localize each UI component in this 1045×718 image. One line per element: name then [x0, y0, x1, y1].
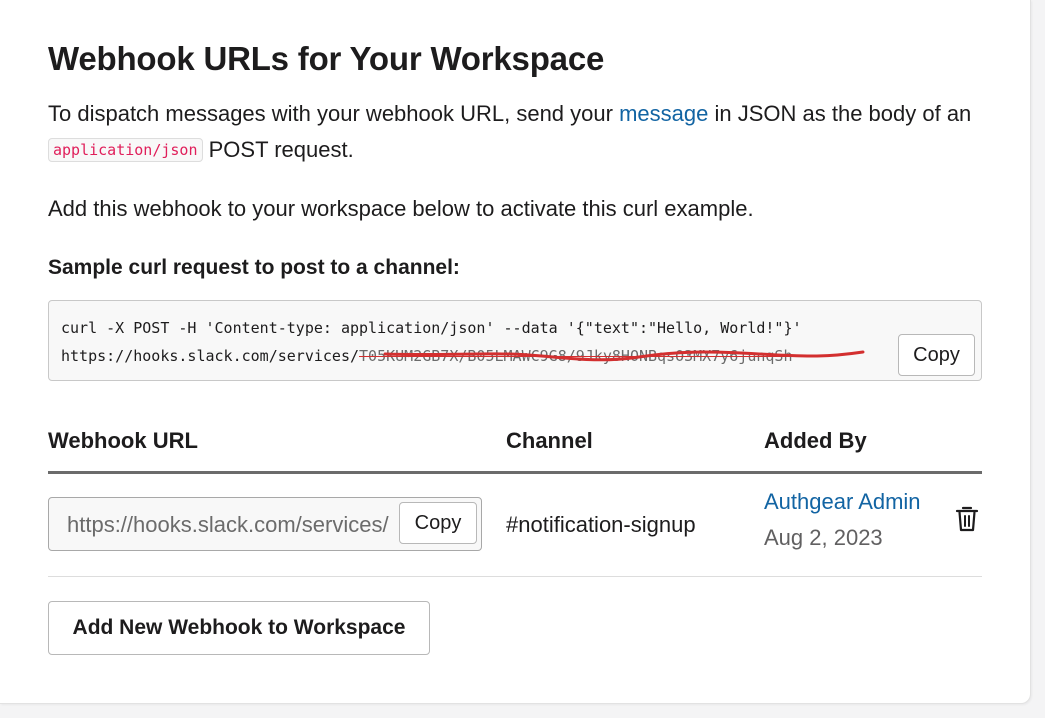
sample-curl-label: Sample curl request to post to a channel… [48, 256, 460, 279]
intro-prefix: To dispatch messages with your webhook U… [48, 101, 620, 126]
intro-middle: in JSON as the body of an [708, 101, 972, 126]
trash-icon[interactable] [955, 505, 979, 533]
curl-line-2-prefix: https://hooks.slack.com/services/ [61, 347, 360, 365]
curl-code-block: curl -X POST -H 'Content-type: applicati… [48, 300, 982, 381]
column-header-channel: Channel [506, 428, 593, 453]
curl-copy-button[interactable]: Copy [898, 334, 975, 376]
channel-name: #notification-signup [506, 512, 696, 537]
webhook-url-field[interactable]: https://hooks.slack.com/services/ Copy [48, 497, 482, 551]
webhook-url-copy-button[interactable]: Copy [399, 502, 477, 544]
content-type-code: application/json [48, 138, 203, 162]
column-header-webhook-url: Webhook URL [48, 428, 198, 453]
webhook-table-header: Webhook URL Channel Added By [48, 426, 982, 474]
webhook-url-value[interactable]: https://hooks.slack.com/services/ [67, 512, 397, 538]
redaction-scribble [383, 350, 865, 362]
table-row: https://hooks.slack.com/services/ Copy #… [48, 474, 982, 577]
webhook-card: Webhook URLs for Your Workspace To dispa… [0, 0, 1031, 704]
intro-suffix: POST request. [202, 137, 354, 162]
added-date: Aug 2, 2023 [764, 525, 883, 550]
page-title: Webhook URLs for Your Workspace [48, 40, 605, 77]
intro-paragraph: To dispatch messages with your webhook U… [48, 96, 982, 170]
added-by-user-link[interactable]: Authgear Admin [764, 489, 921, 515]
activate-note: Add this webhook to your workspace below… [48, 196, 754, 221]
curl-line-1: curl -X POST -H 'Content-type: applicati… [61, 319, 802, 337]
column-header-added-by: Added By [764, 428, 867, 453]
add-new-webhook-button[interactable]: Add New Webhook to Workspace [48, 601, 430, 655]
message-link[interactable]: message [619, 101, 708, 126]
